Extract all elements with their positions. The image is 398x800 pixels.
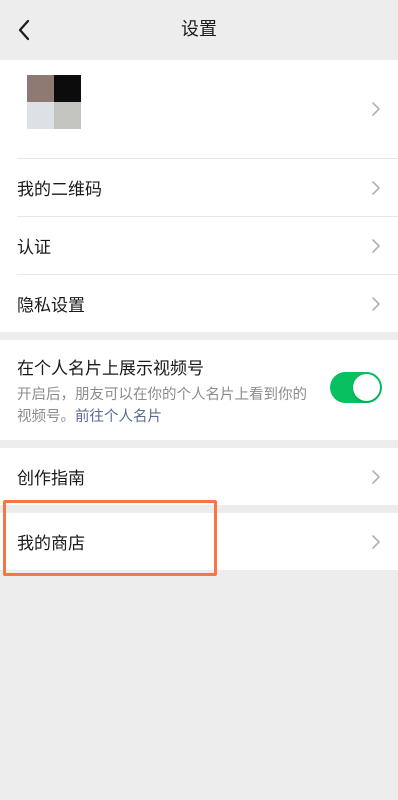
shop-group: 我的商店 xyxy=(0,513,398,570)
my-shop-label: 我的商店 xyxy=(17,534,85,554)
guide-group: 创作指南 xyxy=(0,448,398,505)
avatar-tile xyxy=(27,102,54,129)
qr-code-label: 我的二维码 xyxy=(17,180,102,200)
avatar-tile xyxy=(27,75,54,102)
show-video-label: 在个人名片上展示视频号 xyxy=(17,359,204,379)
avatar-tile xyxy=(54,102,81,129)
creation-guide-row[interactable]: 创作指南 xyxy=(0,448,398,505)
profile-card-link[interactable]: 前往个人名片 xyxy=(75,409,162,425)
my-shop-row[interactable]: 我的商店 xyxy=(0,513,398,570)
privacy-row[interactable]: 隐私设置 xyxy=(0,275,398,332)
chevron-right-icon xyxy=(372,238,380,253)
avatar xyxy=(27,75,81,129)
avatar-tile xyxy=(54,75,81,102)
creation-guide-label: 创作指南 xyxy=(17,469,85,489)
show-video-desc-text: 开启后，朋友可以在你的个人名片上看到你的视频号。 xyxy=(17,387,307,425)
qr-code-row[interactable]: 我的二维码 xyxy=(0,159,398,216)
profile-group: 我的二维码 认证 隐私设置 xyxy=(0,60,398,332)
show-video-description: 开启后，朋友可以在你的个人名片上看到你的视频号。前往个人名片 xyxy=(17,384,317,428)
show-video-toggle[interactable] xyxy=(330,372,382,403)
toggle-knob xyxy=(353,374,380,401)
verification-label: 认证 xyxy=(17,238,51,258)
show-video-row: 在个人名片上展示视频号 开启后，朋友可以在你的个人名片上看到你的视频号。前往个人… xyxy=(0,340,398,440)
page-title: 设置 xyxy=(181,19,217,40)
profile-row[interactable] xyxy=(0,60,398,158)
chevron-right-icon xyxy=(372,296,380,311)
privacy-label: 隐私设置 xyxy=(17,296,85,316)
chevron-right-icon xyxy=(372,534,380,549)
chevron-right-icon xyxy=(372,180,380,195)
verification-row[interactable]: 认证 xyxy=(0,217,398,274)
chevron-right-icon xyxy=(372,102,380,116)
chevron-right-icon xyxy=(372,469,380,484)
nav-bar: 设置 xyxy=(0,0,398,60)
